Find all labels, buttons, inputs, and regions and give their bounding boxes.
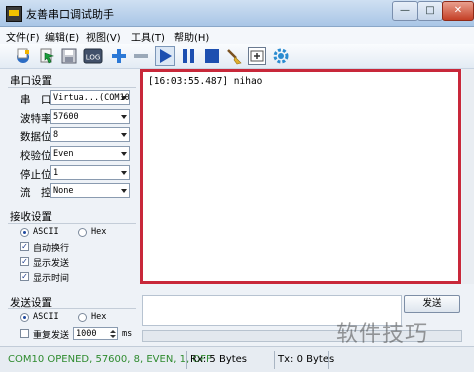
menu-help[interactable]: 帮助(H) <box>174 29 209 44</box>
show-send-checkbox[interactable]: ✓ <box>20 257 29 266</box>
flow-control-label: 流 控 <box>20 187 52 199</box>
data-bits-select[interactable]: 8 <box>50 127 130 142</box>
settings-gear-icon[interactable] <box>272 47 290 65</box>
clear-brush-icon[interactable] <box>225 47 243 65</box>
menu-tools[interactable]: 工具(T) <box>131 29 165 44</box>
send-hex-radio[interactable] <box>78 313 87 322</box>
data-bits-label: 数据位 <box>20 131 52 143</box>
received-log-line: [16:03:55.487] nihao <box>148 76 263 87</box>
receive-scroll-track <box>462 69 474 284</box>
flow-control-select[interactable]: None <box>50 183 130 198</box>
open-icon[interactable] <box>38 47 56 65</box>
divider <box>8 87 136 88</box>
minimize-button[interactable]: — <box>392 1 418 21</box>
menu-edit[interactable]: 编辑(E) <box>45 29 79 44</box>
repeat-interval-stepper[interactable]: 1000 <box>73 327 118 340</box>
log-icon[interactable]: LOG <box>83 47 103 65</box>
show-send-label: 显示发送 <box>33 259 70 269</box>
remove-icon[interactable] <box>132 47 150 65</box>
save-icon[interactable] <box>60 47 78 65</box>
repeat-send-checkbox[interactable] <box>20 329 29 338</box>
port-label: 串 口 <box>20 94 52 106</box>
receive-ascii-radio[interactable] <box>20 228 29 237</box>
pause-icon[interactable] <box>180 47 198 65</box>
app-icon <box>6 6 22 22</box>
title-bar: 友善串口调试助手 — □ ✕ <box>0 0 474 27</box>
baud-select[interactable]: 57600 <box>50 109 130 124</box>
port-select[interactable]: Virtua...(COM10 <box>50 90 130 105</box>
stop-icon[interactable] <box>203 47 221 65</box>
menu-view[interactable]: 视图(V) <box>86 29 121 44</box>
status-bar: COM10 OPENED, 57600, 8, EVEN, 1, OFF Rx:… <box>0 346 474 372</box>
send-ascii-radio[interactable] <box>20 313 29 322</box>
divider <box>274 351 275 369</box>
rx-count: Rx: 5 Bytes <box>190 354 248 365</box>
chevron-down-icon <box>121 96 127 100</box>
show-time-checkbox[interactable]: ✓ <box>20 272 29 281</box>
play-icon[interactable] <box>155 46 175 66</box>
baud-label: 波特率 <box>20 113 52 125</box>
send-hex-label: Hex <box>91 312 107 322</box>
watermark-text: 软件技巧 <box>336 322 429 347</box>
divider <box>8 223 136 224</box>
serial-settings-title: 串口设置 <box>10 75 52 87</box>
chevron-down-icon <box>121 171 127 175</box>
repeat-send-label: 重复发送 <box>33 331 70 341</box>
stepper-up-icon[interactable] <box>110 330 116 333</box>
toolbar: LOG <box>0 44 474 69</box>
new-doc-icon[interactable] <box>14 47 32 65</box>
stepper-down-icon[interactable] <box>110 335 116 338</box>
divider <box>8 308 136 309</box>
auto-wrap-checkbox[interactable]: ✓ <box>20 242 29 251</box>
send-ascii-label: ASCII <box>33 312 59 322</box>
divider <box>186 351 187 369</box>
send-button[interactable]: 发送 <box>404 295 460 313</box>
add-icon[interactable] <box>110 47 128 65</box>
receive-text-area[interactable]: [16:03:55.487] nihao <box>140 69 461 284</box>
receive-hex-radio[interactable] <box>78 228 87 237</box>
receive-ascii-label: ASCII <box>33 227 59 237</box>
parity-label: 校验位 <box>20 150 52 162</box>
add-window-icon[interactable] <box>248 47 266 65</box>
maximize-button[interactable]: □ <box>417 1 443 21</box>
auto-wrap-label: 自动换行 <box>33 244 70 254</box>
svg-text:LOG: LOG <box>86 54 101 62</box>
stop-bits-label: 停止位 <box>20 169 52 181</box>
receive-settings-title: 接收设置 <box>10 211 52 223</box>
serial-assistant-window: 友善串口调试助手 — □ ✕ 文件(F) 编辑(E) 视图(V) 工具(T) 帮… <box>0 0 474 372</box>
menu-bar: 文件(F) 编辑(E) 视图(V) 工具(T) 帮助(H) <box>0 27 474 45</box>
chevron-down-icon <box>121 189 127 193</box>
divider <box>328 351 329 369</box>
chevron-down-icon <box>121 115 127 119</box>
chevron-down-icon <box>121 133 127 137</box>
close-button[interactable]: ✕ <box>442 1 474 21</box>
interval-unit-label: ms <box>122 329 133 339</box>
menu-file[interactable]: 文件(F) <box>6 29 40 44</box>
chevron-down-icon <box>121 152 127 156</box>
window-title: 友善串口调试助手 <box>26 8 114 21</box>
port-status-text: COM10 OPENED, 57600, 8, EVEN, 1, OFF <box>8 354 212 365</box>
show-time-label: 显示时间 <box>33 274 70 284</box>
stop-bits-select[interactable]: 1 <box>50 165 130 180</box>
parity-select[interactable]: Even <box>50 146 130 161</box>
receive-hex-label: Hex <box>91 227 107 237</box>
tx-count: Tx: 0 Bytes <box>278 354 335 365</box>
